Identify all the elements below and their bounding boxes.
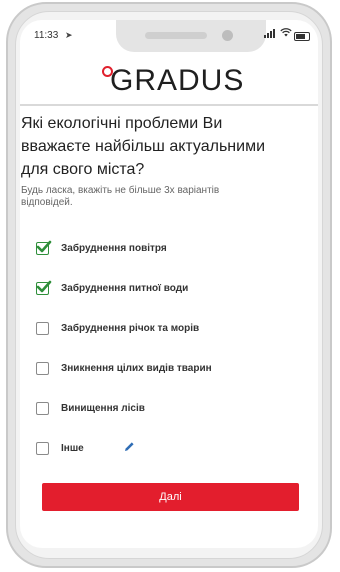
survey-question: Які екологічні проблеми Ви вважаєте найб… [21,115,266,178]
checkbox-unchecked[interactable] [36,321,49,335]
option-label: Інше [61,442,84,454]
checkbox-checked[interactable] [36,240,52,255]
signal-icon [264,29,276,41]
checkbox-checked[interactable] [36,280,52,295]
checkbox-unchecked[interactable] [36,361,49,375]
app-header: GRADUS [20,58,318,106]
status-time: 11:33 [34,30,59,41]
option-label: Винищення лісів [61,402,145,414]
option-label: Забруднення повітря [61,242,167,254]
survey-hint: Будь ласка, вкажіть не більше 3х варіант… [21,185,220,208]
option-label: Забруднення питної води [61,282,189,294]
option-other[interactable]: Інше [36,438,84,458]
pencil-edit-icon[interactable] [124,441,135,455]
option-label: Зникнення цілих видів тварин [61,362,212,374]
option-label: Забруднення річок та морів [61,322,200,334]
gradus-logo: GRADUS [102,64,245,98]
checkbox-unchecked[interactable] [36,401,49,415]
option-water-pollution[interactable]: Забруднення питної води [36,278,188,298]
battery-icon [294,32,310,41]
checkbox-unchecked[interactable] [36,441,49,455]
location-arrow-icon: ➤ [65,30,73,40]
wifi-icon [280,28,292,40]
logo-text: GRADUS [110,64,245,97]
option-species-extinction[interactable]: Зникнення цілих видів тварин [36,358,212,378]
next-button[interactable]: Далі [42,483,299,511]
option-air-pollution[interactable]: Забруднення повітря [36,238,167,258]
logo-dot-icon [102,66,113,77]
option-deforestation[interactable]: Винищення лісів [36,398,145,418]
status-bar: 11:33 ➤ [20,20,318,50]
option-river-sea-pollution[interactable]: Забруднення річок та морів [36,318,199,338]
